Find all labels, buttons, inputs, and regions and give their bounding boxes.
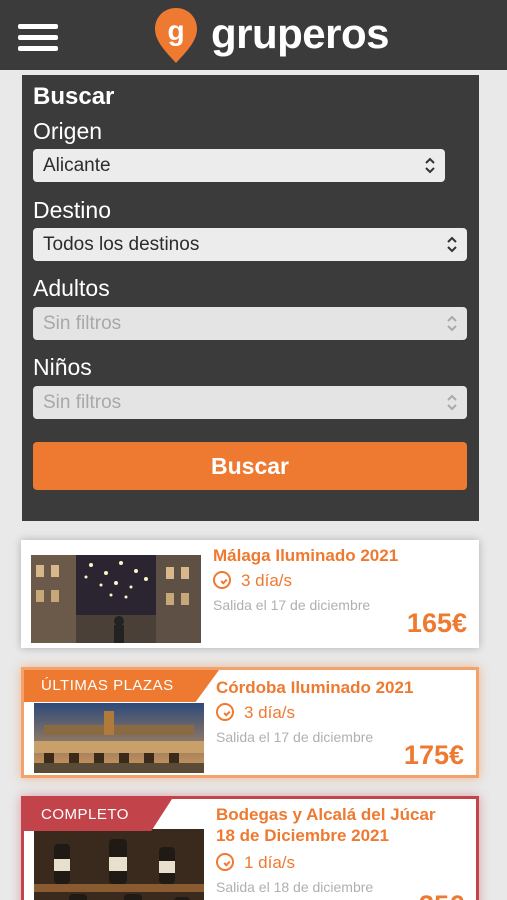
adults-select[interactable]: Sin filtros: [33, 307, 467, 340]
adults-label: Adultos: [33, 275, 110, 301]
logo-letter: g: [167, 15, 184, 46]
trip-departure: Salida el 17 de diciembre: [216, 729, 374, 745]
search-title: Buscar: [33, 83, 115, 110]
destination-value: Todos los destinos: [43, 234, 200, 255]
trip-image: [34, 703, 204, 773]
logo-icon[interactable]: g: [153, 6, 199, 64]
chevron-updown-icon: [447, 394, 457, 411]
trip-image: [31, 555, 201, 643]
menu-icon[interactable]: [18, 24, 60, 52]
trip-departure: Salida el 17 de diciembre: [213, 597, 371, 613]
origin-value: Alicante: [43, 155, 111, 176]
chevron-updown-icon: [447, 315, 457, 332]
chevron-updown-icon: [425, 157, 435, 174]
trip-duration: 3 día/s: [213, 571, 292, 591]
status-badge: COMPLETO: [24, 799, 172, 831]
trip-price: 165€: [406, 608, 467, 638]
trip-duration: 1 día/s: [216, 853, 295, 873]
trip-duration: 3 día/s: [216, 703, 295, 723]
status-badge: ÚLTIMAS PLAZAS: [24, 670, 219, 702]
trip-card[interactable]: COMPLETO Bodegas y Alcalá del Júcar 18 de…: [21, 796, 479, 900]
brand-name[interactable]: gruperos: [211, 8, 390, 60]
trip-departure: Salida el 18 de diciembre: [216, 879, 374, 895]
trip-title[interactable]: Córdoba Iluminado 2021: [216, 677, 476, 698]
adults-value: Sin filtros: [43, 313, 122, 334]
children-select[interactable]: Sin filtros: [33, 386, 467, 419]
clock-icon: [216, 853, 234, 871]
top-bar: g gruperos: [0, 0, 507, 70]
trip-title[interactable]: Málaga Iluminado 2021: [213, 545, 473, 566]
trip-card[interactable]: ÚLTIMAS PLAZAS Córdoba Iluminado 2021 3 …: [21, 667, 479, 778]
origin-select[interactable]: Alicante: [33, 149, 445, 182]
trip-image: [34, 829, 204, 900]
destination-select[interactable]: Todos los destinos: [33, 228, 467, 261]
search-panel: Buscar Origen Alicante Destino Todos los…: [22, 75, 479, 521]
trip-title[interactable]: Bodegas y Alcalá del Júcar 18 de Diciembr…: [216, 804, 476, 846]
trip-price: 175€: [403, 740, 464, 770]
children-label: Niños: [33, 354, 92, 380]
origin-label: Origen: [33, 118, 103, 144]
clock-icon: [216, 703, 234, 721]
chevron-updown-icon: [447, 236, 457, 253]
trip-card[interactable]: Málaga Iluminado 2021 3 día/s Salida el …: [21, 540, 479, 648]
clock-icon: [213, 571, 231, 589]
children-value: Sin filtros: [43, 392, 122, 413]
search-button[interactable]: Buscar: [33, 442, 467, 490]
destination-label: Destino: [33, 197, 111, 223]
trip-price: 35€: [419, 890, 464, 900]
